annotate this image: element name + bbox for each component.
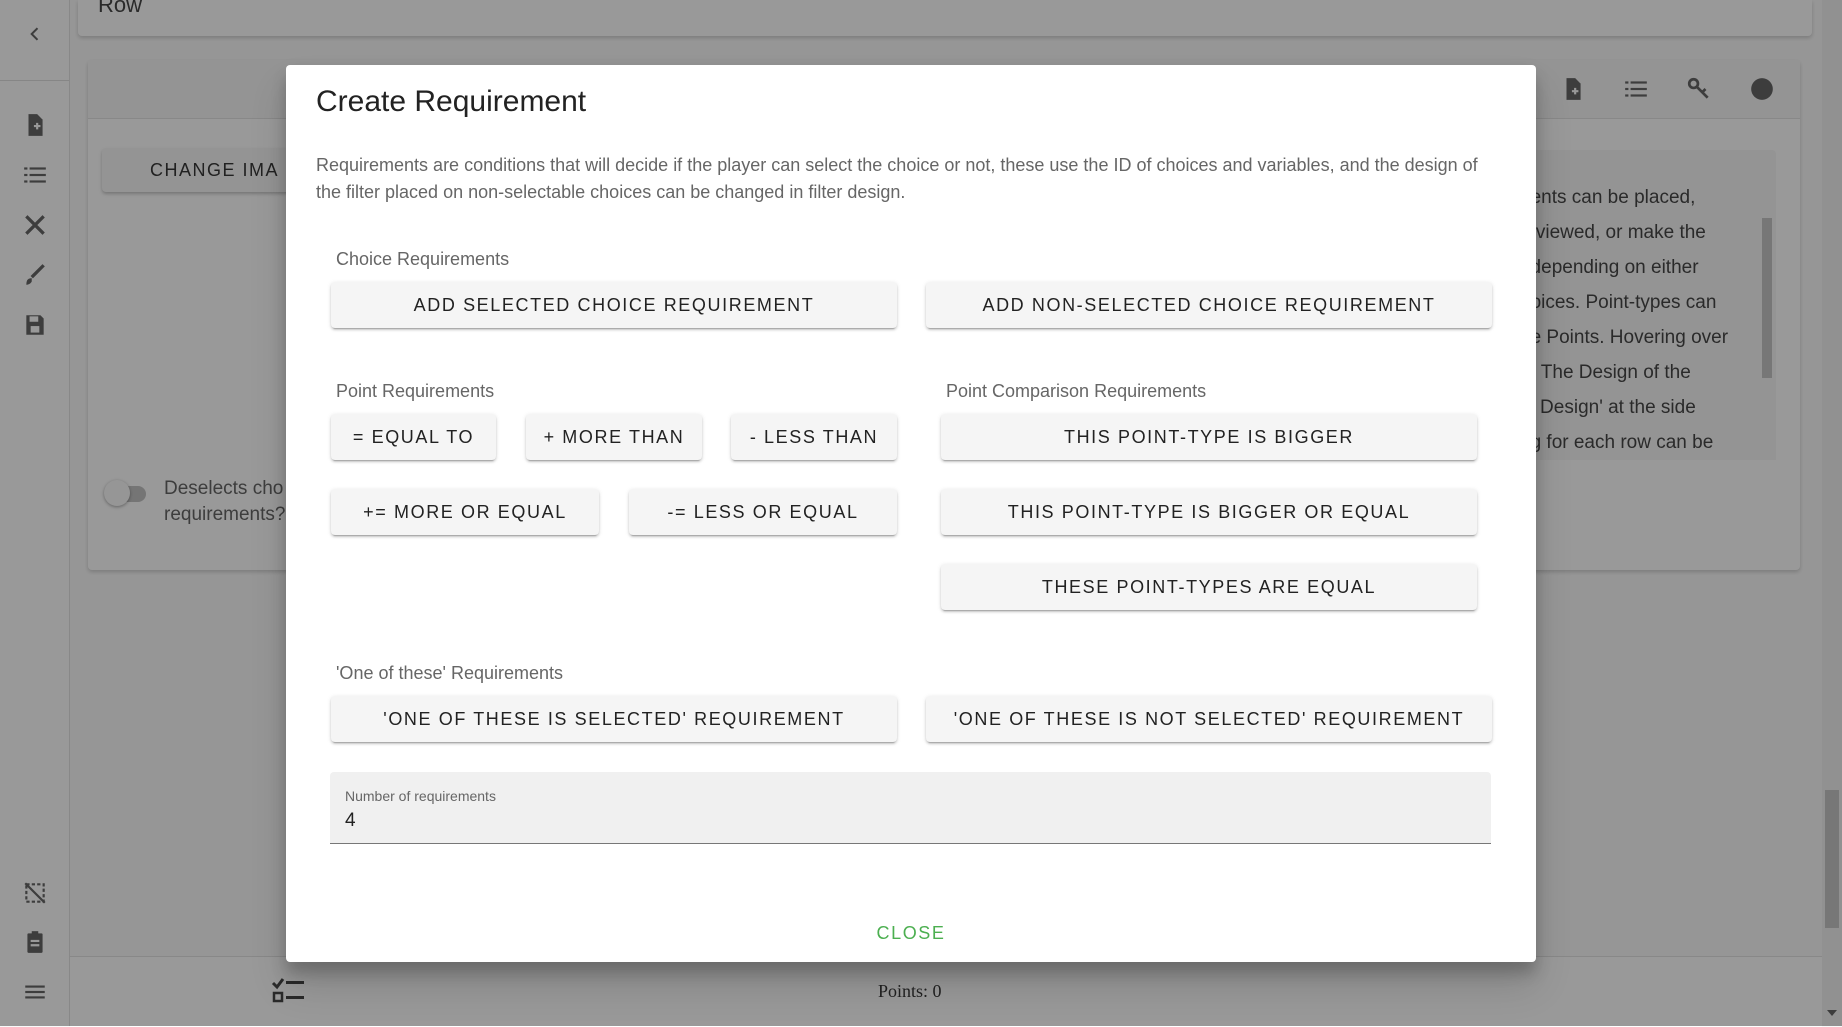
close-button[interactable]: CLOSE [851,913,971,953]
point-types-equal-button[interactable]: THESE POINT-TYPES ARE EQUAL [941,564,1477,610]
point-type-bigger-or-equal-button[interactable]: THIS POINT-TYPE IS BIGGER OR EQUAL [941,489,1477,535]
more-or-equal-button[interactable]: += MORE OR EQUAL [331,489,599,535]
more-than-button[interactable]: + MORE THAN [526,414,702,460]
add-selected-choice-requirement-button[interactable]: ADD SELECTED CHOICE REQUIREMENT [331,282,897,328]
create-requirement-dialog: Create Requirement Requirements are cond… [286,65,1536,962]
less-or-equal-button[interactable]: -= LESS OR EQUAL [629,489,897,535]
one-of-these-not-selected-button[interactable]: 'ONE OF THESE IS NOT SELECTED' REQUIREME… [926,696,1492,742]
add-non-selected-choice-requirement-button[interactable]: ADD NON-SELECTED CHOICE REQUIREMENT [926,282,1492,328]
dialog-intro-text: Requirements are conditions that will de… [316,155,1478,202]
choice-requirements-label: Choice Requirements [336,249,510,269]
number-of-requirements-input[interactable] [345,808,1445,834]
point-requirements-label: Point Requirements [336,381,495,401]
number-of-requirements-label: Number of requirements [345,788,496,804]
less-than-button[interactable]: - LESS THAN [731,414,897,460]
point-comparison-requirements-label: Point Comparison Requirements [946,381,1207,401]
one-of-these-requirements-label: 'One of these' Requirements [336,663,563,683]
dialog-title: Create Requirement [316,85,587,118]
number-of-requirements-field[interactable]: Number of requirements [330,772,1491,844]
equal-to-button[interactable]: = EQUAL TO [331,414,496,460]
one-of-these-selected-button[interactable]: 'ONE OF THESE IS SELECTED' REQUIREMENT [331,696,897,742]
point-type-bigger-button[interactable]: THIS POINT-TYPE IS BIGGER [941,414,1477,460]
